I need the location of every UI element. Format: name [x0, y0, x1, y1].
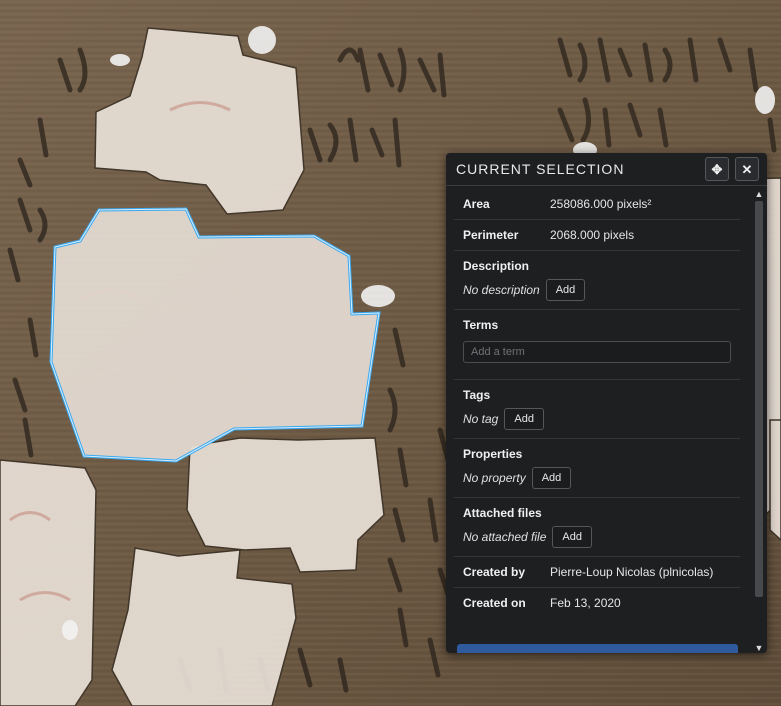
close-icon[interactable]: ✕ — [735, 157, 759, 181]
panel-header: CURRENT SELECTION ✥ ✕ — [446, 153, 767, 186]
perimeter-value: 2068.000 pixels — [550, 228, 635, 242]
selected-annotation[interactable] — [49, 207, 381, 463]
created-on-label: Created on — [463, 596, 526, 610]
panel-scrollbar[interactable]: ▲ ▼ — [754, 189, 764, 653]
panel-title: CURRENT SELECTION — [456, 161, 625, 177]
add-property-button[interactable]: Add — [531, 467, 572, 489]
area-label: Area — [463, 197, 490, 211]
scroll-down-icon[interactable]: ▼ — [754, 643, 764, 653]
perimeter-label: Perimeter — [463, 228, 519, 242]
terms-section: Terms — [454, 310, 740, 380]
attached-files-section: Attached files No attached file Add — [454, 498, 740, 557]
add-tag-button[interactable]: Add — [504, 408, 544, 430]
created-by-value: Pierre-Loup Nicolas (plnicolas) — [550, 565, 714, 579]
properties-empty: No property — [463, 471, 526, 485]
add-description-button[interactable]: Add — [545, 279, 586, 301]
tags-section: Tags No tag Add — [454, 380, 740, 439]
attached-files-empty: No attached file — [463, 530, 547, 544]
attached-files-label: Attached files — [463, 506, 542, 520]
current-selection-panel: CURRENT SELECTION ✥ ✕ Area 258086.000 pi… — [446, 153, 767, 653]
perimeter-row: Perimeter 2068.000 pixels — [454, 220, 740, 251]
scroll-up-icon[interactable]: ▲ — [754, 189, 764, 199]
add-term-input[interactable] — [463, 341, 731, 363]
terms-label: Terms — [463, 318, 499, 332]
move-icon[interactable]: ✥ — [705, 157, 729, 181]
tags-empty: No tag — [463, 412, 499, 426]
properties-label: Properties — [463, 447, 523, 461]
area-row: Area 258086.000 pixels² — [454, 189, 740, 220]
add-attached-file-button[interactable]: Add — [552, 526, 592, 548]
description-section: Description No description Add — [454, 251, 740, 310]
tags-label: Tags — [463, 388, 491, 402]
scroll-thumb[interactable] — [755, 201, 763, 597]
created-by-row: Created by Pierre-Loup Nicolas (plnicola… — [454, 557, 740, 588]
area-value: 258086.000 pixels² — [550, 197, 652, 211]
properties-section: Properties No property Add — [454, 439, 740, 498]
description-empty: No description — [463, 283, 540, 297]
created-by-label: Created by — [463, 565, 526, 579]
description-label: Description — [463, 259, 530, 273]
primary-action-button[interactable] — [457, 644, 738, 653]
panel-body: Area 258086.000 pixels² Perimeter 2068.0… — [446, 189, 752, 653]
created-on-row: Created on Feb 13, 2020 — [454, 588, 740, 618]
created-on-value: Feb 13, 2020 — [550, 596, 621, 610]
